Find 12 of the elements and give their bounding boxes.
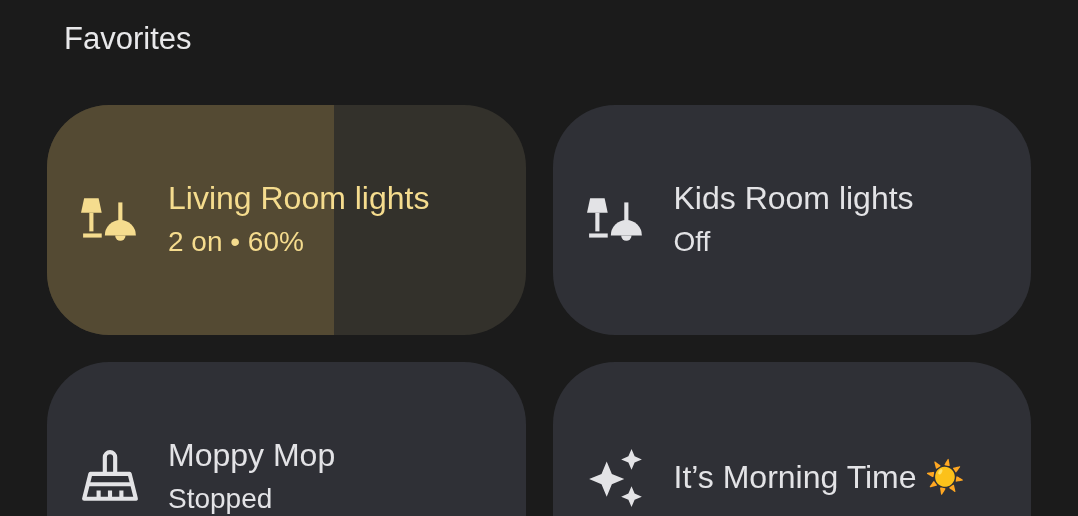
tile-title: Moppy Mop (168, 436, 336, 476)
tile-title: It’s Morning Time ☀ (673, 457, 966, 497)
tile-title: Kids Room lights (673, 179, 914, 219)
tile-status: 2 on • 60% (168, 225, 305, 260)
device-tile[interactable]: Living Room lights 2 on • 60% (47, 104, 526, 335)
section-title: Favorites (64, 20, 193, 58)
device-tile[interactable]: Kids Room lights Off (552, 104, 1031, 335)
tile-status: Stopped (168, 482, 274, 516)
device-tile[interactable]: It’s Morning Time ☀ (552, 361, 1031, 516)
tile-title: Living Room lights (168, 179, 430, 219)
tile-status: Off (673, 225, 712, 260)
device-tile[interactable]: Moppy Mop Stopped (47, 361, 526, 516)
